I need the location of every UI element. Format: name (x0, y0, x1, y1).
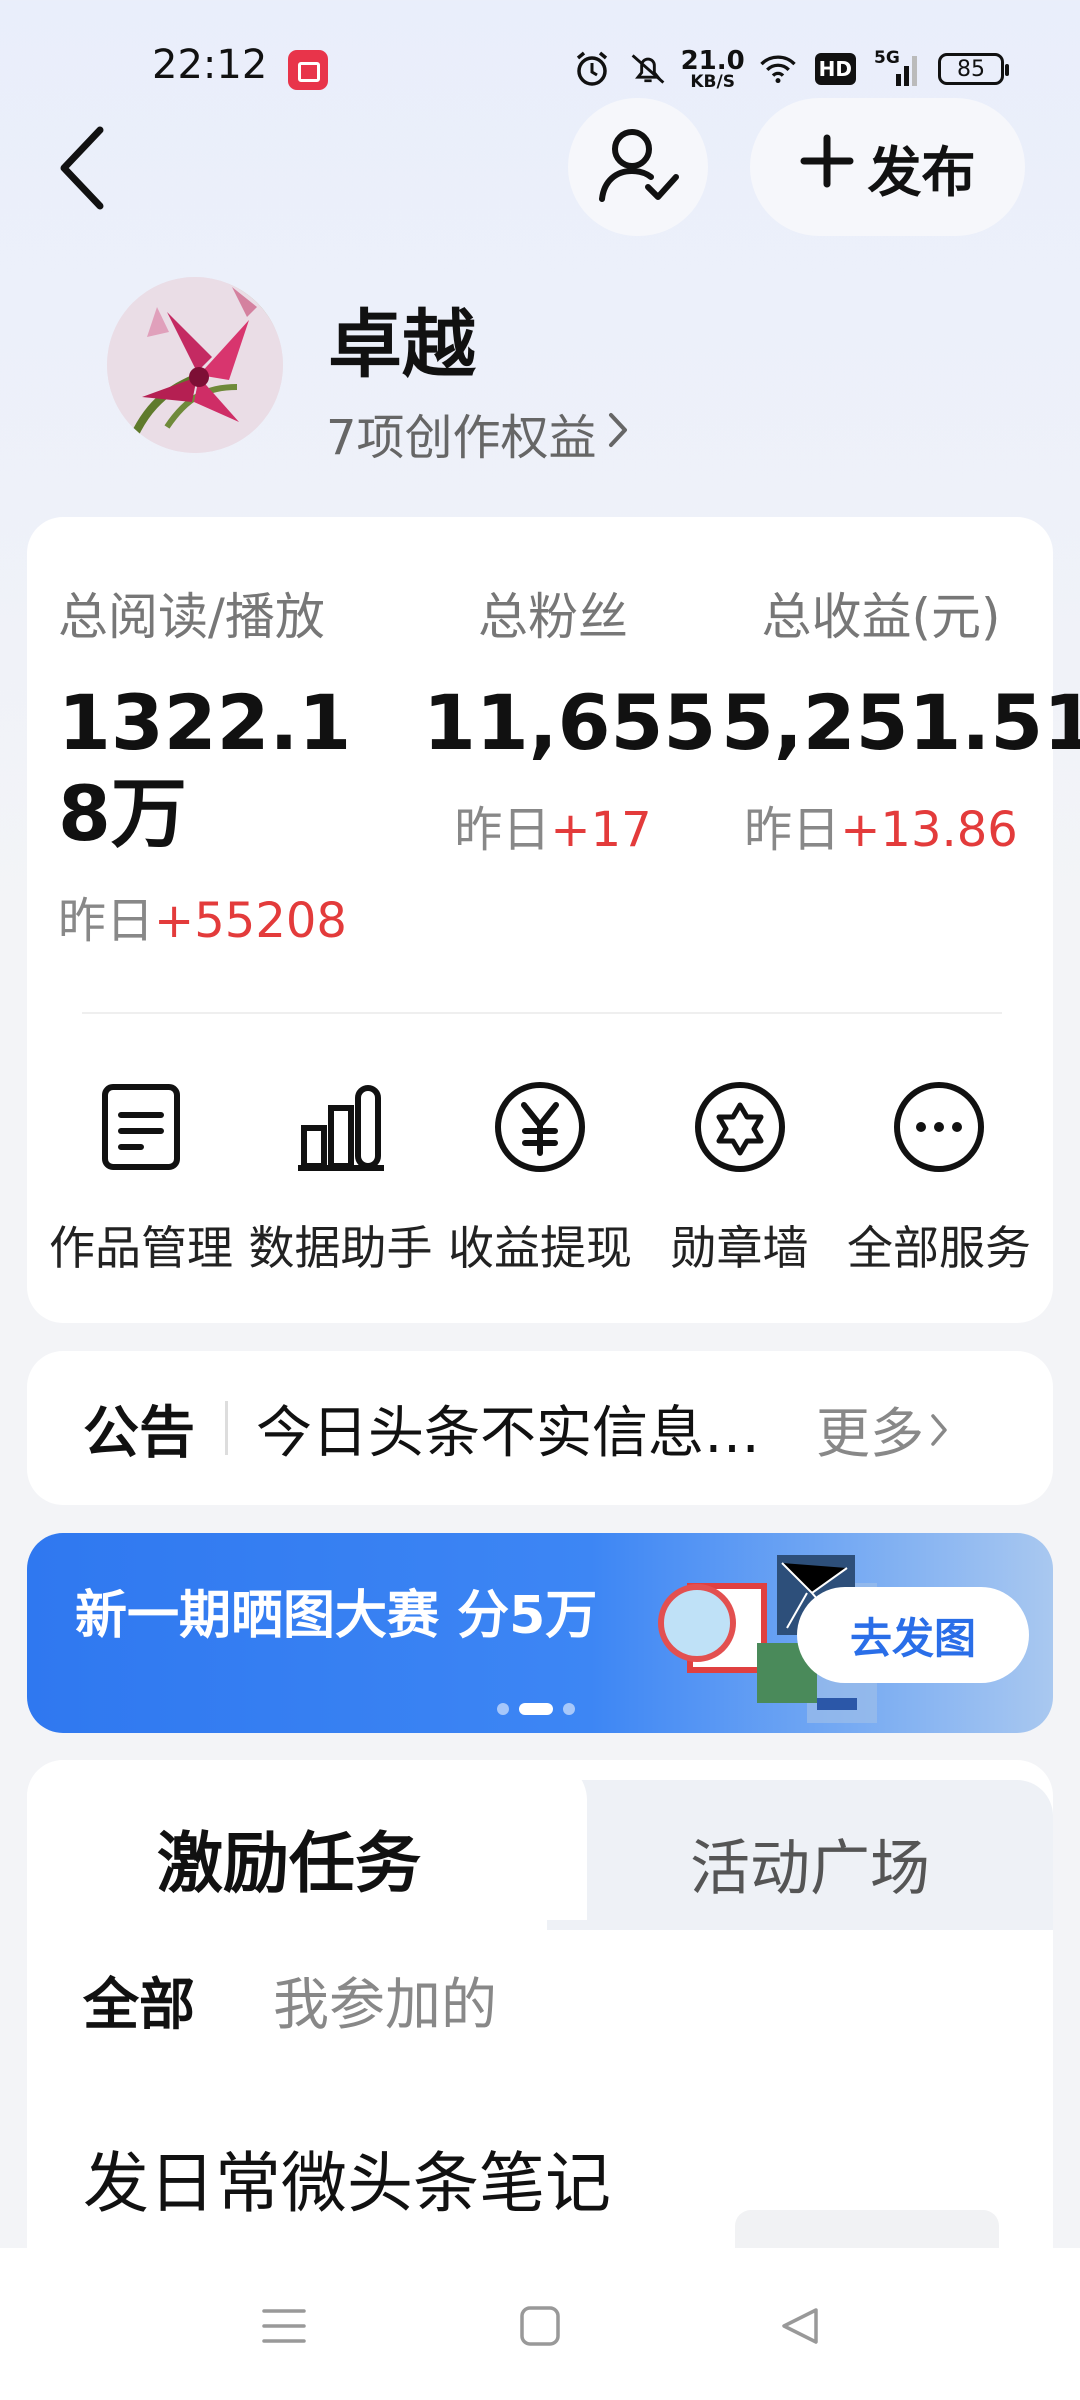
service-label: 勋章墙 (670, 1221, 809, 1275)
badge-star-icon (685, 1072, 795, 1182)
hd-badge: HD (814, 53, 856, 85)
service-badge-wall[interactable]: 勋章墙 (642, 1072, 838, 1278)
notice-bar[interactable]: 公告 今日头条不实信息… 更多 (27, 1351, 1053, 1505)
system-nav-bar (0, 2248, 1080, 2400)
stat-delta-value: +13.86 (840, 802, 1018, 859)
stat-total-earnings[interactable]: 总收益(元) 5,251.51 昨日+13.86 (721, 577, 1080, 860)
yuan-icon (485, 1072, 595, 1182)
stat-label: 总阅读/播放 (58, 588, 325, 646)
status-icons: 21.0 KB/S HD 5G 85 (573, 44, 1009, 94)
avatar[interactable] (107, 277, 283, 453)
profile-name: 卓越 (328, 302, 476, 388)
wifi-icon (759, 50, 797, 88)
stat-label: 总粉丝 (478, 588, 628, 646)
document-icon (86, 1072, 196, 1182)
notice-more-link[interactable]: 更多 (816, 1389, 948, 1468)
service-all[interactable]: 全部服务 (841, 1072, 1037, 1278)
stat-delta-prefix: 昨日 (454, 802, 551, 859)
filter-joined[interactable]: 我参加的 (273, 1960, 497, 2041)
banner-title: 新一期晒图大赛 分5万 (75, 1586, 598, 1646)
banner-cta-button[interactable]: 去发图 (797, 1587, 1029, 1683)
menu-icon[interactable] (256, 2298, 312, 2354)
carousel-indicator (497, 1703, 575, 1715)
service-label: 数据助手 (248, 1221, 433, 1275)
divider (82, 1012, 1002, 1014)
stat-label: 总收益(元) (761, 588, 1001, 646)
filter-all[interactable]: 全部 (83, 1960, 195, 2041)
carousel-dot (497, 1703, 509, 1715)
status-time: 22:12 (152, 42, 268, 88)
service-label: 收益提现 (448, 1221, 632, 1275)
carousel-dot-active (519, 1703, 553, 1715)
signal-5g-icon: 5G (874, 48, 920, 88)
creator-benefits-label: 7项创作权益 (326, 410, 597, 466)
stat-total-fans[interactable]: 总粉丝 11,655 昨日+17 (423, 577, 717, 860)
notice-text[interactable]: 今日头条不实信息… (256, 1388, 792, 1469)
service-earnings-withdraw[interactable]: 收益提现 (442, 1072, 638, 1278)
battery-indicator: 85 (938, 53, 1009, 85)
stat-delta-value: +17 (550, 802, 652, 859)
stat-delta-prefix: 昨日 (744, 802, 841, 859)
stat-delta-prefix: 昨日 (58, 893, 155, 950)
promo-banner[interactable]: 新一期晒图大赛 分5万 去发图 (27, 1533, 1053, 1733)
back-nav-icon[interactable] (772, 2298, 828, 2354)
bar-chart-icon (286, 1072, 396, 1182)
task-title: 发日常微头条笔记 (83, 2145, 611, 2222)
follow-manage-button[interactable] (568, 98, 708, 236)
divider (225, 1401, 228, 1455)
user-check-icon (596, 125, 680, 209)
home-icon[interactable] (512, 2298, 568, 2354)
back-button[interactable] (52, 118, 132, 218)
plus-icon (800, 129, 854, 199)
network-speed-unit: KB/S (690, 71, 735, 92)
alarm-icon (573, 50, 611, 88)
stat-delta: 昨日+55208 (58, 881, 388, 951)
mute-icon (629, 50, 667, 88)
stat-value: 5,251.51 (721, 678, 1080, 767)
notice-title: 公告 (83, 1400, 195, 1466)
stat-value: 11,655 (423, 678, 717, 767)
service-works-manage[interactable]: 作品管理 (43, 1072, 239, 1278)
screen-record-icon (288, 50, 328, 90)
more-dots-icon (884, 1072, 994, 1182)
stat-value: 1322.18万 (58, 678, 352, 859)
carousel-dot (563, 1703, 575, 1715)
stat-delta-value: +55208 (154, 893, 347, 950)
stat-delta: 昨日+13.86 (721, 790, 1041, 860)
chevron-right-icon (607, 405, 629, 461)
signal-label: 5G (874, 48, 900, 68)
network-speed-value: 21.0 (680, 45, 745, 76)
creator-benefits-link[interactable]: 7项创作权益 (326, 398, 629, 468)
service-label: 作品管理 (49, 1221, 233, 1275)
stats-card: 总阅读/播放 1322.18万 昨日+55208 总粉丝 11,655 昨日+1… (27, 517, 1080, 1323)
tab-incentive-tasks[interactable]: 激励任务 (157, 1810, 421, 1906)
publish-button[interactable]: 发布 (750, 98, 1025, 236)
service-label: 全部服务 (847, 1221, 1031, 1275)
notice-more-label: 更多 (816, 1401, 924, 1465)
service-grid: 作品管理 数据助手 收益提现 勋章墙 全部服务 (27, 1072, 1053, 1278)
chevron-right-icon (930, 1397, 948, 1460)
service-data-assistant[interactable]: 数据助手 (243, 1072, 439, 1278)
network-speed: 21.0 KB/S (681, 48, 745, 92)
tab-activity-plaza[interactable]: 活动广场 (690, 1820, 930, 1907)
stat-delta: 昨日+17 (423, 790, 683, 860)
publish-label: 发布 (867, 140, 976, 204)
stat-total-reads[interactable]: 总阅读/播放 1322.18万 昨日+55208 (58, 577, 388, 951)
